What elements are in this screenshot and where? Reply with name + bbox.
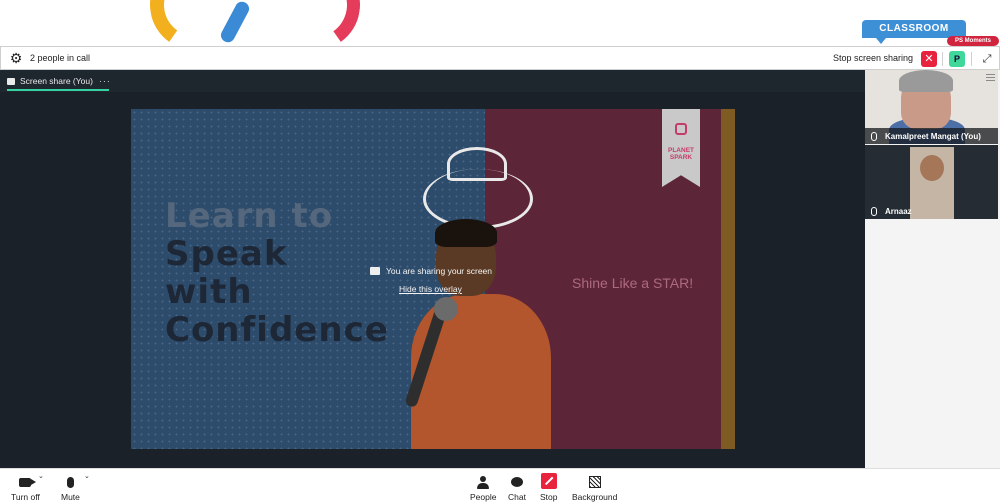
grid-icon[interactable] <box>986 74 995 83</box>
more-options-icon[interactable]: ··· <box>99 76 111 86</box>
stop-sharing-button[interactable]: ✕ <box>921 51 937 67</box>
participant-tile[interactable]: Arnaaz <box>865 145 998 219</box>
divider <box>942 52 943 66</box>
turn-off-camera-button[interactable]: Turn off <box>11 475 40 502</box>
call-controls: Turn off ⌄ Mute ⌄ People Chat Stop Backg… <box>0 468 1000 504</box>
people-count: 2 people in call <box>30 53 91 63</box>
microphone-icon <box>66 476 74 488</box>
top-banner: CLASSROOM PS Moments <box>0 0 1000 58</box>
microphone-icon-wrap <box>66 475 74 489</box>
hide-overlay-link[interactable]: Hide this overlay <box>399 284 462 294</box>
overlay-text: You are sharing your screen <box>386 266 493 276</box>
background-icon <box>588 476 601 488</box>
people-button[interactable]: People <box>470 475 496 502</box>
gear-icon[interactable]: ⚙ <box>8 50 24 66</box>
slide-tagline: Shine Like a STAR! <box>572 275 694 291</box>
logo-text: PLANET SPARK <box>662 147 700 161</box>
logo-line: SPARK <box>669 154 693 161</box>
participant-name: Kamalpreet Mangat (You) <box>885 131 981 141</box>
background-button[interactable]: Background <box>572 475 617 502</box>
slide-headline: Learn to Speak with Confidence <box>165 197 389 349</box>
participant-avatar-button[interactable]: P <box>949 51 965 67</box>
app-window: CLASSROOM PS Moments ⚙ 2 people in call … <box>0 0 1000 504</box>
participants-panel: Kamalpreet Mangat (You) Arnaaz <box>865 70 1000 468</box>
active-tab-indicator <box>7 89 109 91</box>
mute-button[interactable]: Mute <box>61 475 80 502</box>
child-illustration-hair <box>435 219 497 247</box>
camera-icon-wrap <box>19 475 37 489</box>
slide-edge-strip <box>721 109 735 449</box>
headline-line: Confidence <box>165 310 389 350</box>
camera-icon <box>19 477 37 487</box>
stop-icon-wrap <box>540 473 557 489</box>
people-icon <box>477 475 490 489</box>
stop-share-icon <box>540 473 557 489</box>
chat-icon-wrap <box>510 475 523 489</box>
headline-line: Learn to <box>165 196 334 236</box>
ps-moments-badge[interactable]: PS Moments <box>947 36 999 46</box>
participant-video <box>899 70 953 92</box>
people-icon-wrap <box>477 475 490 489</box>
headline-line: Speak <box>165 234 288 274</box>
sharing-overlay-message: You are sharing your screen <box>370 266 492 276</box>
participant-tile[interactable]: Kamalpreet Mangat (You) <box>865 70 998 144</box>
microphone-head-illustration <box>434 297 458 321</box>
tab-label: Screen share (You) <box>20 76 93 86</box>
divider <box>971 52 972 66</box>
microphone-icon <box>871 131 877 141</box>
participant-name: Arnaaz <box>885 206 912 216</box>
background-icon-wrap <box>588 475 601 489</box>
chat-icon <box>510 477 523 487</box>
stop-share-button[interactable]: Stop <box>540 473 558 502</box>
control-label: Mute <box>61 492 80 502</box>
chat-button[interactable]: Chat <box>508 475 526 502</box>
control-label: People <box>470 492 497 502</box>
headline-line: with <box>165 272 253 312</box>
participant-name-bar: Arnaaz <box>865 203 998 219</box>
chevron-down-icon[interactable]: ⌄ <box>84 472 90 480</box>
shared-slide: Learn to Speak with Confidence PLANET SP… <box>131 109 735 449</box>
screen-share-icon <box>7 77 15 85</box>
control-label: Background <box>572 492 618 502</box>
chevron-down-icon[interactable]: ⌄ <box>38 472 44 480</box>
participant-name-bar: Kamalpreet Mangat (You) <box>865 128 998 144</box>
control-label: Turn off <box>11 492 40 502</box>
stop-screen-sharing-label[interactable]: Stop screen sharing <box>833 53 913 63</box>
participant-video <box>920 155 944 181</box>
expand-icon[interactable]: ⤢ <box>979 51 995 67</box>
upload-icon <box>370 267 380 275</box>
robot-icon <box>675 123 687 135</box>
control-label: Chat <box>508 492 526 502</box>
logo-line: PLANET <box>668 147 694 154</box>
stage-tabs: Screen share (You) ··· <box>0 70 865 92</box>
microphone-icon <box>871 206 877 216</box>
main-stage: Screen share (You) ··· Learn to Speak wi… <box>0 70 865 468</box>
call-header: ⚙ 2 people in call Stop screen sharing ✕… <box>0 46 1000 70</box>
control-label: Stop <box>540 492 558 502</box>
